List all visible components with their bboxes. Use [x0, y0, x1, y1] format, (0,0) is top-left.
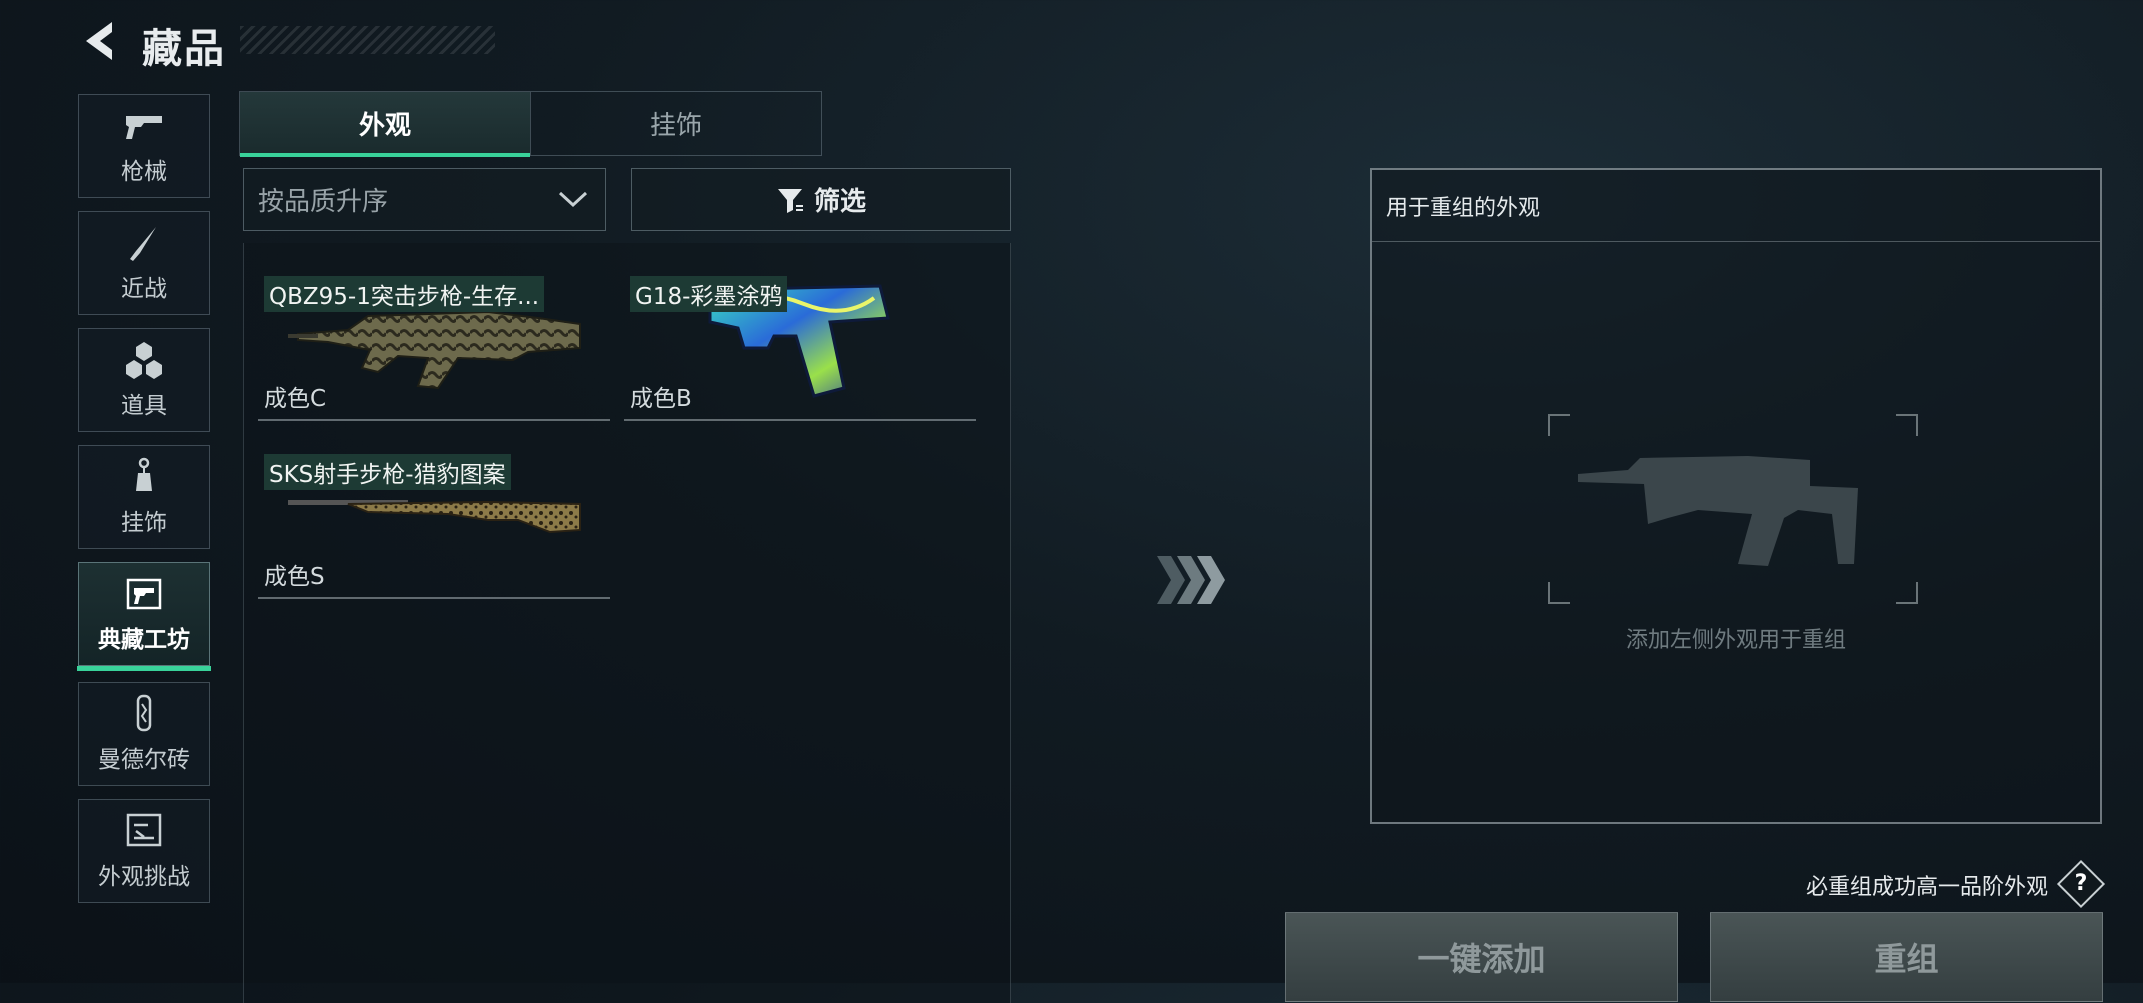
workshop-icon	[126, 578, 162, 610]
guarantee-text: 必重组成功高一品阶外观	[1805, 875, 2048, 900]
skin-card[interactable]: SKS射手步枪-猎豹图案 成色S	[258, 436, 610, 599]
sidebar-item-guns[interactable]: 枪械	[78, 94, 210, 198]
question-icon: ?	[2074, 871, 2088, 896]
skin-card[interactable]: G18-彩墨涂鸦 成色B	[624, 258, 976, 421]
sidebar-item-label: 挂饰	[121, 510, 167, 536]
skin-quality: 成色B	[630, 386, 692, 412]
title-decoration	[240, 26, 495, 54]
sidebar-item-label: 道具	[121, 393, 167, 419]
divider	[1372, 241, 2100, 242]
sidebar-item-skin-challenge[interactable]: 外观挑战	[78, 799, 210, 903]
skin-quality: 成色C	[264, 386, 327, 412]
skin-quality: 成色S	[264, 564, 325, 590]
challenge-icon	[126, 813, 162, 847]
qbz95-rifle-image	[288, 310, 581, 390]
recombine-title: 用于重组的外观	[1386, 196, 1541, 221]
recombine-hint: 添加左侧外观用于重组	[1625, 628, 1846, 653]
skin-name: G18-彩墨涂鸦	[630, 276, 788, 312]
back-button[interactable]	[78, 18, 124, 64]
filter-icon	[777, 188, 803, 213]
skin-name: SKS射手步枪-猎豹图案	[264, 454, 511, 490]
tab-charms[interactable]: 挂饰	[530, 92, 821, 155]
sidebar-item-charms[interactable]: 挂饰	[78, 445, 210, 549]
sidebar-item-melee[interactable]: 近战	[78, 211, 210, 315]
sidebar-item-mandel-brick[interactable]: 曼德尔砖	[78, 682, 210, 786]
sidebar-item-label: 典藏工坊	[98, 627, 190, 653]
sidebar-item-label: 曼德尔砖	[98, 747, 190, 773]
recombine-button[interactable]: 重组	[1710, 912, 2103, 1002]
tab-appearance[interactable]: 外观	[240, 92, 530, 157]
sks-rifle-image	[288, 500, 581, 534]
sidebar-item-label: 近战	[121, 276, 167, 302]
skin-card[interactable]: QBZ95-1突击步枪-生存... 成色C	[258, 258, 610, 421]
sidebar-item-items[interactable]: 道具	[78, 328, 210, 432]
help-button[interactable]: ?	[2056, 859, 2106, 909]
items-icon	[126, 342, 162, 379]
skin-name: QBZ95-1突击步枪-生存...	[264, 276, 545, 312]
add-all-button[interactable]: 一键添加	[1285, 912, 1678, 1002]
sidebar-item-label: 枪械	[121, 159, 167, 185]
page-title: 藏品	[142, 26, 226, 72]
rifle-placeholder-icon	[1548, 414, 1918, 604]
knife-icon	[130, 227, 156, 261]
brick-icon	[136, 694, 152, 732]
sidebar-item-workshop[interactable]: 典藏工坊	[77, 562, 211, 671]
charm-icon	[136, 457, 152, 491]
sort-dropdown[interactable]: 按品质升序	[243, 168, 606, 231]
chevron-down-icon	[558, 191, 588, 208]
gun-icon	[126, 116, 162, 139]
filter-button[interactable]: 筛选	[631, 168, 1011, 231]
chevrons-right-icon	[1157, 556, 1225, 604]
filter-label: 筛选	[813, 187, 866, 217]
sidebar-item-label: 外观挑战	[98, 864, 190, 890]
sort-value: 按品质升序	[258, 187, 389, 217]
back-arrow-icon	[86, 22, 112, 60]
tab-bar: 外观 挂饰	[239, 91, 822, 157]
